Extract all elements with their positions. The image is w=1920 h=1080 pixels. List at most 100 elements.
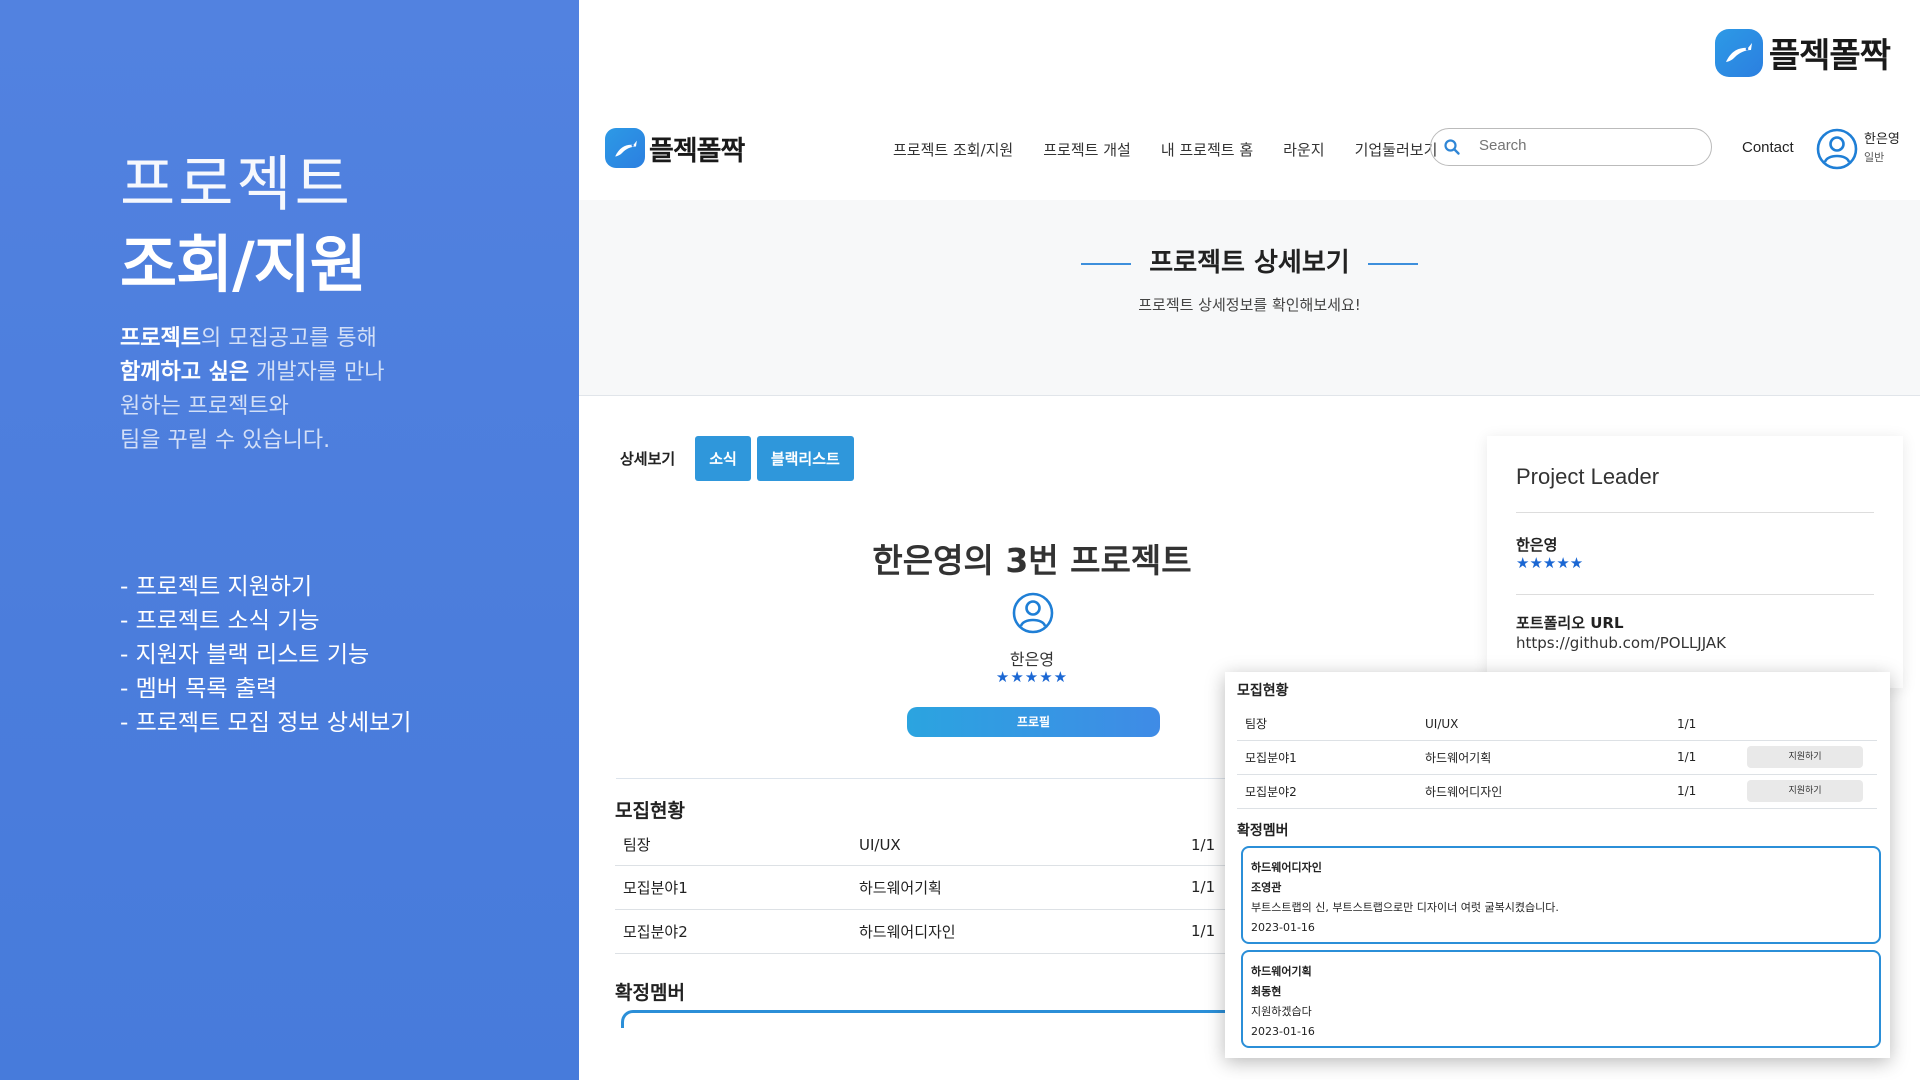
feature-list: - 프로젝트 지원하기 - 프로젝트 소식 기능 - 지원자 블랙 리스트 기능…: [120, 570, 411, 740]
nav-logo[interactable]: 플젝폴짝: [605, 128, 745, 168]
empty-cell: [1739, 708, 1877, 741]
table-row: 모집분야1 하드웨어기획 1/1: [615, 865, 1235, 910]
nav-brand-name: 플젝폴짝: [649, 135, 745, 167]
member-field: 하드웨어기획: [1251, 965, 1312, 978]
intro-description: 프로젝트의 모집공고를 통해 함께하고 싶은 개발자를 만나 원하는 프로젝트와…: [120, 322, 385, 458]
member-card: 하드웨어기획 최동현 지원하겠습다 2023-01-16: [1241, 950, 1881, 1048]
count-cell: 1/1: [1669, 740, 1739, 775]
confirmed-title: 확정멤버: [615, 982, 685, 1004]
intro-panel: 프로젝트 조회/지원 프로젝트의 모집공고를 통해 함께하고 싶은 개발자를 만…: [0, 0, 579, 1080]
user-info: 한은영 일반: [1864, 131, 1900, 167]
nav-menu: 프로젝트 조회/지원 프로젝트 개설 내 프로젝트 홈 라운지 기업둘러보기: [893, 139, 1437, 160]
intro-title-light: 프로젝트: [120, 150, 353, 220]
divider: [1516, 512, 1874, 513]
search-icon: [1444, 139, 1460, 155]
page-title-wrap: 프로젝트 상세보기: [579, 242, 1920, 279]
desc-highlight: 함께하고 싶은: [120, 360, 250, 385]
recruitment-popup: 모집현황 팀장 UI/UX 1/1 모집분야1 하드웨어기획 1/1 지원하기 …: [1225, 672, 1890, 1058]
user-menu[interactable]: 한은영 일반: [1816, 128, 1900, 170]
table-row: 팀장 UI/UX 1/1: [1237, 708, 1877, 741]
table-row: 팀장 UI/UX 1/1: [615, 825, 1235, 866]
search-box[interactable]: [1430, 128, 1712, 166]
popup-recruitment-title: 모집현황: [1237, 683, 1289, 699]
apply-button[interactable]: 지원하기: [1747, 780, 1863, 802]
title-line-left: [1081, 262, 1132, 265]
owner-avatar-icon: [1012, 592, 1054, 634]
member-name: 조영관: [1251, 881, 1282, 894]
profile-button[interactable]: 프로필: [907, 707, 1160, 737]
tab-blacklist[interactable]: 블랙리스트: [756, 436, 854, 481]
nav-item-my-project[interactable]: 내 프로젝트 홈: [1161, 139, 1253, 160]
feature-item: - 프로젝트 모집 정보 상세보기: [120, 710, 412, 736]
field-cell: 하드웨어디자인: [851, 909, 1183, 954]
site-navbar: 플젝폴짝 프로젝트 조회/지원 프로젝트 개설 내 프로젝트 홈 라운지 기업둘…: [579, 112, 1920, 202]
leader-name: 한은영: [1516, 536, 1558, 554]
nav-item-companies[interactable]: 기업둘러보기: [1355, 139, 1438, 160]
screenshot-crop: [579, 1028, 1259, 1080]
project-title: 한은영의 3번 프로젝트: [872, 541, 1192, 580]
member-comment: 지원하겠습다: [1251, 1005, 1312, 1018]
tab-news[interactable]: 소식: [695, 436, 751, 481]
apply-button[interactable]: 지원하기: [1747, 746, 1863, 768]
divider: [1516, 594, 1874, 595]
member-date: 2023-01-16: [1251, 1025, 1315, 1038]
field-cell: 하드웨어기획: [851, 865, 1183, 910]
desc-text: 원하는 프로젝트와: [120, 394, 289, 419]
popup-confirmed-title: 확정멤버: [1237, 823, 1289, 839]
brand-name: 플젝폴짝: [1768, 36, 1891, 76]
detail-tabs: 상세보기 소식 블랙리스트: [618, 436, 854, 481]
field-cell: 하드웨어디자인: [1417, 774, 1669, 809]
role-cell: 모집분야1: [1237, 740, 1417, 775]
field-cell: UI/UX: [1417, 708, 1669, 741]
role-cell: 모집분야2: [615, 909, 851, 954]
desc-highlight: 프로젝트: [120, 326, 201, 351]
rabbit-logo-icon: [1714, 28, 1763, 77]
portfolio-url[interactable]: https://github.com/POLLJJAK: [1516, 634, 1726, 652]
user-role: 일반: [1864, 151, 1885, 164]
leader-rating: ★★★★★: [1516, 554, 1584, 572]
feature-item: - 프로젝트 소식 기능: [120, 608, 320, 634]
member-card-partial: [621, 1010, 1241, 1030]
page-title: 프로젝트 상세보기: [1149, 248, 1350, 278]
desc-text: 개발자를 만나: [249, 360, 385, 385]
portfolio-label: 포트폴리오 URL: [1516, 614, 1624, 632]
role-cell: 모집분야1: [615, 865, 851, 910]
table-row: 모집분야2 하드웨어디자인 1/1 지원하기: [1237, 774, 1877, 809]
intro-title-bold: 조회/지원: [120, 228, 367, 301]
feature-item: - 지원자 블랙 리스트 기능: [120, 642, 370, 668]
desc-text: 팀을 꾸릴 수 있습니다.: [120, 428, 331, 453]
popup-recruitment-table: 팀장 UI/UX 1/1 모집분야1 하드웨어기획 1/1 지원하기 모집분야2…: [1237, 708, 1877, 809]
field-cell: UI/UX: [851, 825, 1183, 866]
table-row: 모집분야1 하드웨어기획 1/1 지원하기: [1237, 740, 1877, 775]
section-divider: [616, 778, 1236, 779]
recruitment-table: 팀장 UI/UX 1/1 모집분야1 하드웨어기획 1/1 모집분야2 하드웨어…: [615, 825, 1235, 954]
leader-card: Project Leader 한은영 ★★★★★ 포트폴리오 URL https…: [1487, 436, 1903, 688]
member-name: 최동현: [1251, 985, 1282, 998]
member-comment: 부트스트랩의 신, 부트스트랩으로만 디자이너 여럿 굴복시켰습니다.: [1251, 901, 1559, 914]
rabbit-logo-icon: [605, 128, 645, 168]
tab-detail[interactable]: 상세보기: [618, 448, 689, 469]
search-input[interactable]: [1479, 137, 1699, 154]
nav-item-project-browse[interactable]: 프로젝트 조회/지원: [893, 139, 1013, 160]
table-row: 모집분야2 하드웨어디자인 1/1: [615, 909, 1235, 954]
page-header: 프로젝트 상세보기 프로젝트 상세정보를 확인해보세요!: [579, 200, 1920, 396]
page-subtitle: 프로젝트 상세정보를 확인해보세요!: [1138, 296, 1361, 314]
role-cell: 모집분야2: [1237, 774, 1417, 809]
role-cell: 팀장: [1237, 708, 1417, 741]
contact-link[interactable]: Contact: [1742, 139, 1794, 156]
brand-logo-top: 플젝폴짝: [1714, 28, 1891, 77]
role-cell: 팀장: [615, 825, 851, 866]
title-line-right: [1367, 262, 1418, 265]
feature-item: - 프로젝트 지원하기: [120, 574, 313, 600]
recruitment-title: 모집현황: [615, 800, 685, 822]
feature-item: - 멤버 목록 출력: [120, 676, 278, 702]
nav-item-project-create[interactable]: 프로젝트 개설: [1043, 139, 1131, 160]
count-cell: 1/1: [1669, 708, 1739, 741]
user-avatar-icon: [1816, 128, 1858, 170]
leader-card-title: Project Leader: [1516, 464, 1660, 489]
member-card: 하드웨어디자인 조영관 부트스트랩의 신, 부트스트랩으로만 디자이너 여럿 굴…: [1241, 846, 1881, 944]
nav-item-lounge[interactable]: 라운지: [1283, 139, 1324, 160]
member-field: 하드웨어디자인: [1251, 861, 1322, 874]
count-cell: 1/1: [1669, 774, 1739, 809]
member-date: 2023-01-16: [1251, 921, 1315, 934]
